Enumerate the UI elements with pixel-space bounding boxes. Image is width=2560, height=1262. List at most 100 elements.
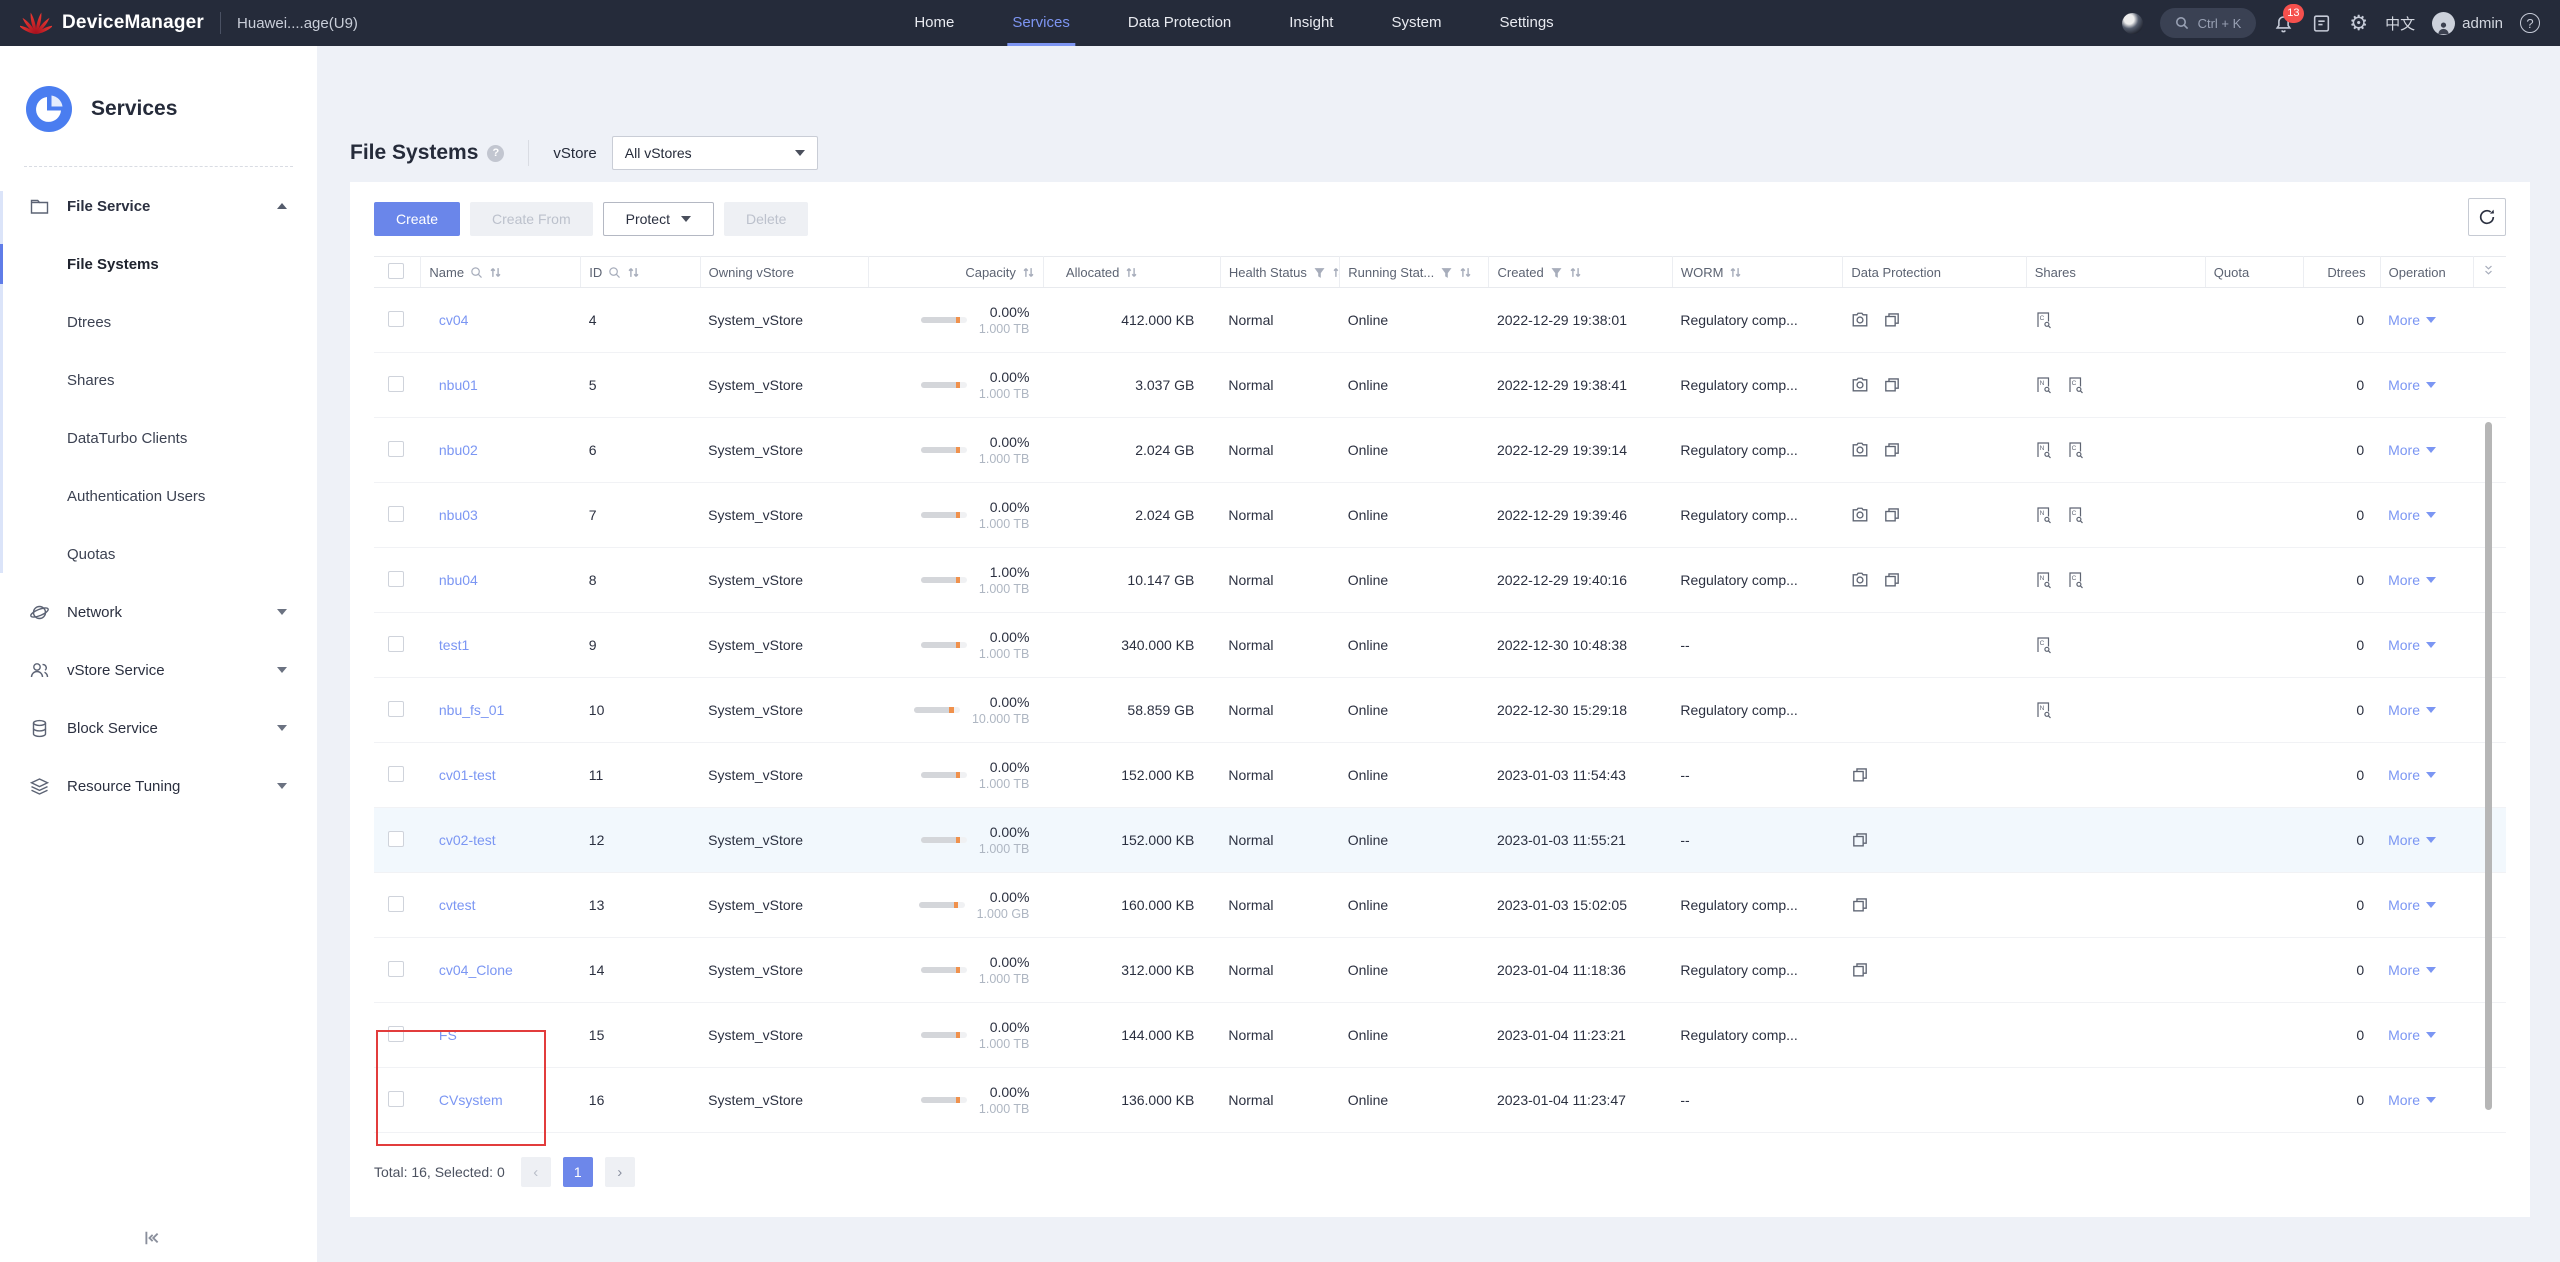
row-checkbox[interactable] (388, 766, 404, 782)
vertical-scrollbar[interactable] (2485, 422, 2492, 1110)
fs-name-link[interactable]: cv04_Clone (439, 962, 513, 978)
delete-button[interactable]: Delete (724, 202, 808, 236)
refresh-button[interactable] (2468, 198, 2506, 236)
snapshot-icon[interactable] (1851, 441, 1869, 459)
more-button[interactable]: More (2388, 572, 2436, 588)
clone-icon[interactable] (1851, 896, 1869, 914)
search-icon[interactable] (608, 266, 621, 279)
fs-name-link[interactable]: CVsystem (439, 1092, 503, 1108)
more-button[interactable]: More (2388, 442, 2436, 458)
cifs-share-icon[interactable]: C (2066, 571, 2084, 589)
row-checkbox[interactable] (388, 376, 404, 392)
fs-name-link[interactable]: nbu01 (439, 377, 478, 393)
nfs-share-icon[interactable]: N (2034, 701, 2052, 719)
report-button[interactable] (2311, 13, 2332, 34)
sidebar-item-authentication-users[interactable]: Authentication Users (0, 467, 317, 525)
row-checkbox[interactable] (388, 831, 404, 847)
sidebar-item-file-service[interactable]: File Service (0, 177, 317, 235)
snapshot-icon[interactable] (1851, 311, 1869, 329)
fs-name-link[interactable]: cv04 (439, 312, 469, 328)
nav-system[interactable]: System (1362, 0, 1470, 46)
more-button[interactable]: More (2388, 1027, 2436, 1043)
language-toggle[interactable]: 中文 (2385, 13, 2415, 34)
cifs-share-icon[interactable]: C (2066, 441, 2084, 459)
settings-gear-icon[interactable]: ⚙ (2349, 13, 2368, 34)
user-menu[interactable]: admin (2432, 12, 2503, 35)
row-checkbox[interactable] (388, 961, 404, 977)
snapshot-icon[interactable] (1851, 506, 1869, 524)
fs-name-link[interactable]: nbu_fs_01 (439, 702, 504, 718)
sidebar-item-block-service[interactable]: Block Service (0, 699, 317, 757)
prev-page-button[interactable]: ‹ (521, 1157, 551, 1187)
fs-name-link[interactable]: cvtest (439, 897, 476, 913)
more-button[interactable]: More (2388, 702, 2436, 718)
more-button[interactable]: More (2388, 897, 2436, 913)
cifs-share-icon[interactable]: C (2066, 506, 2084, 524)
page-help-icon[interactable]: ? (487, 145, 504, 162)
fs-name-link[interactable]: cv01-test (439, 767, 496, 783)
filter-icon[interactable] (1440, 266, 1453, 279)
row-checkbox[interactable] (388, 1026, 404, 1042)
cifs-share-icon[interactable]: C (2034, 311, 2052, 329)
nfs-share-icon[interactable]: N (2034, 376, 2052, 394)
help-icon[interactable]: ? (2520, 13, 2540, 33)
clone-icon[interactable] (1883, 311, 1901, 329)
more-button[interactable]: More (2388, 832, 2436, 848)
fs-name-link[interactable]: nbu04 (439, 572, 478, 588)
search-icon[interactable] (470, 266, 483, 279)
sort-icon[interactable] (1125, 266, 1138, 279)
nfs-share-icon[interactable]: N (2034, 506, 2052, 524)
sidebar-item-vstore-service[interactable]: vStore Service (0, 641, 317, 699)
sort-icon[interactable] (489, 266, 502, 279)
fs-name-link[interactable]: FS (439, 1027, 457, 1043)
fs-name-link[interactable]: cv02-test (439, 832, 496, 848)
cifs-share-icon[interactable]: C (2034, 636, 2052, 654)
sort-icon[interactable] (1459, 266, 1472, 279)
sidebar-item-shares[interactable]: Shares (0, 351, 317, 409)
more-button[interactable]: More (2388, 767, 2436, 783)
double-chevron-down-icon[interactable] (2482, 264, 2495, 277)
clone-icon[interactable] (1851, 766, 1869, 784)
clone-icon[interactable] (1883, 571, 1901, 589)
clone-icon[interactable] (1851, 961, 1869, 979)
theme-toggle-icon[interactable] (2122, 13, 2143, 34)
more-button[interactable]: More (2388, 312, 2436, 328)
clone-icon[interactable] (1883, 441, 1901, 459)
sort-icon[interactable] (1332, 266, 1340, 279)
device-name[interactable]: Huawei....age(U9) (237, 15, 358, 32)
row-checkbox[interactable] (388, 896, 404, 912)
nav-insight[interactable]: Insight (1260, 0, 1362, 46)
clone-icon[interactable] (1851, 831, 1869, 849)
more-button[interactable]: More (2388, 637, 2436, 653)
more-button[interactable]: More (2388, 1092, 2436, 1108)
next-page-button[interactable]: › (605, 1157, 635, 1187)
row-checkbox[interactable] (388, 571, 404, 587)
more-button[interactable]: More (2388, 377, 2436, 393)
filter-icon[interactable] (1550, 266, 1563, 279)
sidebar-item-file-systems[interactable]: File Systems (0, 235, 317, 293)
sort-icon[interactable] (1729, 266, 1742, 279)
more-button[interactable]: More (2388, 962, 2436, 978)
sidebar-item-quotas[interactable]: Quotas (0, 525, 317, 583)
row-checkbox[interactable] (388, 311, 404, 327)
nav-home[interactable]: Home (885, 0, 983, 46)
snapshot-icon[interactable] (1851, 571, 1869, 589)
row-checkbox[interactable] (388, 506, 404, 522)
clone-icon[interactable] (1883, 506, 1901, 524)
create-button[interactable]: Create (374, 202, 460, 236)
clone-icon[interactable] (1883, 376, 1901, 394)
nfs-share-icon[interactable]: N (2034, 571, 2052, 589)
select-all-checkbox[interactable] (388, 263, 404, 279)
nav-services[interactable]: Services (983, 0, 1099, 46)
sidebar-item-network[interactable]: Network (0, 583, 317, 641)
filter-icon[interactable] (1313, 266, 1326, 279)
cifs-share-icon[interactable]: C (2066, 376, 2084, 394)
create-from-button[interactable]: Create From (470, 202, 593, 236)
nfs-share-icon[interactable]: N (2034, 441, 2052, 459)
row-checkbox[interactable] (388, 701, 404, 717)
fs-name-link[interactable]: nbu02 (439, 442, 478, 458)
sort-icon[interactable] (627, 266, 640, 279)
nav-settings[interactable]: Settings (1470, 0, 1582, 46)
more-button[interactable]: More (2388, 507, 2436, 523)
sort-icon[interactable] (1569, 266, 1582, 279)
